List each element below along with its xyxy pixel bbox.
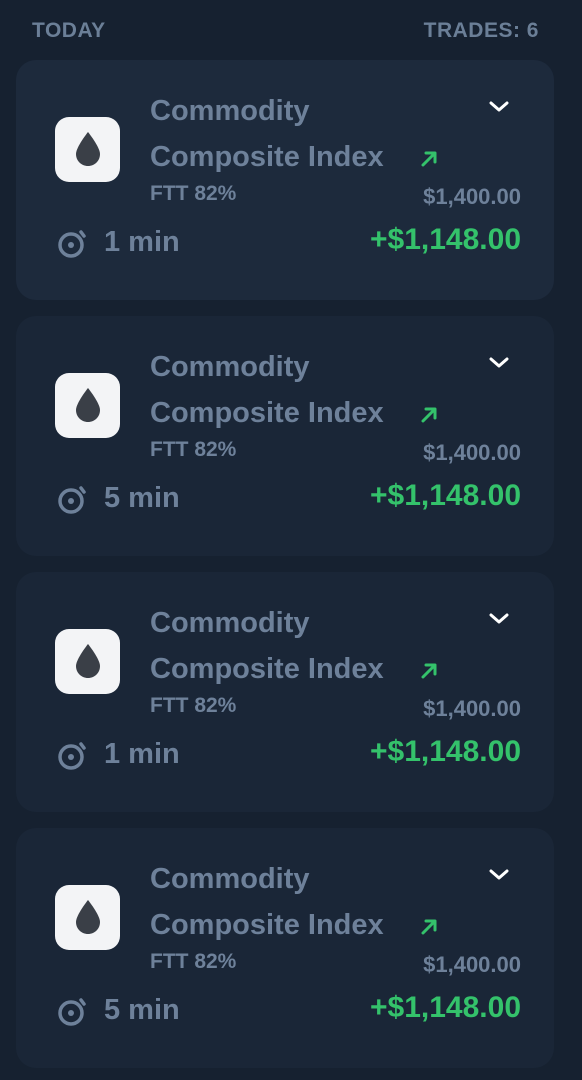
section-label: TODAY <box>32 19 106 42</box>
ftt-label: FTT 82% <box>150 182 237 205</box>
ftt-label: FTT 82% <box>150 694 237 717</box>
chevron-down-icon[interactable] <box>486 354 512 372</box>
trade-card[interactable]: Commodity Composite Index FTT 82% $1,400… <box>16 828 554 1068</box>
timer-icon <box>58 486 86 514</box>
trade-amount: $1,400.00 <box>423 184 521 209</box>
oil-drop-icon <box>76 900 100 934</box>
trade-amount: $1,400.00 <box>423 696 521 721</box>
trade-profit: +$1,148.00 <box>370 735 521 768</box>
oil-drop-icon <box>76 644 100 678</box>
trade-card[interactable]: Commodity Composite Index FTT 82% $1,400… <box>16 316 554 556</box>
asset-name: Commodity Composite Index <box>150 607 384 685</box>
trade-profit: +$1,148.00 <box>370 223 521 256</box>
timer-icon <box>58 998 86 1026</box>
oil-drop-icon <box>76 132 100 166</box>
trend-up-icon <box>421 919 437 935</box>
chevron-down-icon[interactable] <box>486 610 512 628</box>
chevron-down-icon[interactable] <box>486 98 512 116</box>
asset-name: Commodity Composite Index <box>150 863 384 941</box>
trade-profit: +$1,148.00 <box>370 479 521 512</box>
trade-duration: 1 min <box>104 226 180 258</box>
ftt-label: FTT 82% <box>150 438 237 461</box>
trades-count: TRADES: 6 <box>423 19 539 42</box>
asset-name: Commodity Composite Index <box>150 95 384 173</box>
asset-icon-tile <box>55 117 120 182</box>
trend-up-icon <box>421 407 437 423</box>
trade-amount: $1,400.00 <box>423 440 521 465</box>
asset-name: Commodity Composite Index <box>150 351 384 429</box>
trade-card[interactable]: Commodity Composite Index FTT 82% $1,400… <box>16 60 554 300</box>
chevron-down-icon[interactable] <box>486 866 512 884</box>
trades-header: TODAY TRADES: 6 <box>0 0 582 60</box>
ftt-label: FTT 82% <box>150 950 237 973</box>
trade-duration: 5 min <box>104 994 180 1026</box>
trend-up-icon <box>421 151 437 167</box>
trade-profit: +$1,148.00 <box>370 991 521 1024</box>
timer-icon <box>58 230 86 258</box>
trade-duration: 1 min <box>104 738 180 770</box>
trade-amount: $1,400.00 <box>423 952 521 977</box>
trade-card[interactable]: Commodity Composite Index FTT 82% $1,400… <box>16 572 554 812</box>
oil-drop-icon <box>76 388 100 422</box>
trade-duration: 5 min <box>104 482 180 514</box>
asset-icon-tile <box>55 629 120 694</box>
trend-up-icon <box>421 663 437 679</box>
timer-icon <box>58 742 86 770</box>
asset-icon-tile <box>55 885 120 950</box>
asset-icon-tile <box>55 373 120 438</box>
